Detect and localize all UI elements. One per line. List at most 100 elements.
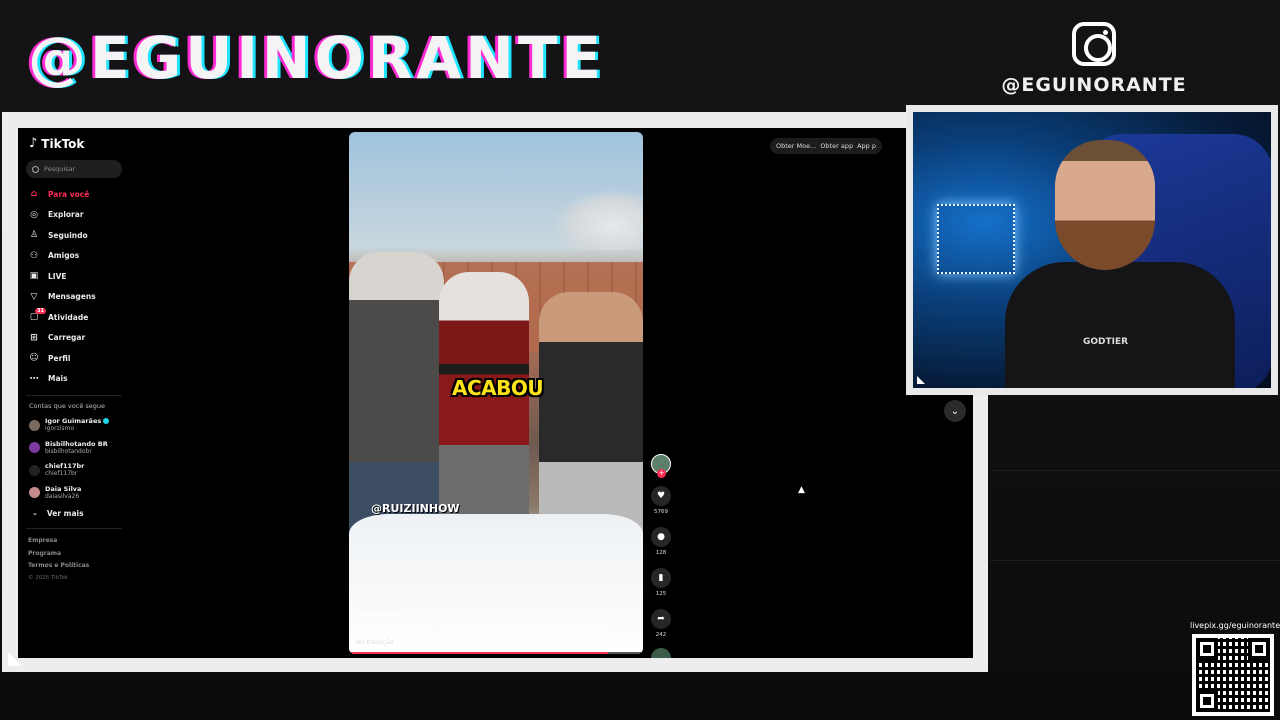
like-button[interactable]: ♥ <box>651 486 671 506</box>
messages-icon: ▽ <box>30 291 38 302</box>
instagram-icon <box>1072 22 1116 66</box>
qr-finder <box>1248 638 1270 660</box>
qr-label: livepix.gg/eguinorante <box>1190 621 1280 630</box>
video-progress-fill <box>349 652 608 654</box>
screen-capture-frame: ♪ TikTok Pesquisar ⌂ Para você ◎ Explora… <box>2 112 988 672</box>
nav-item-following[interactable]: ♙ Seguindo <box>26 225 138 246</box>
nav-item-friends[interactable]: ⚇ Amigos <box>26 246 138 267</box>
footer-link[interactable]: Termos e Políticas <box>28 562 138 575</box>
video-scene <box>539 292 643 542</box>
sidebar-divider <box>26 528 122 529</box>
comment-icon: ● <box>657 532 665 542</box>
mouse-cursor-icon: ▲ <box>798 485 805 495</box>
chevron-down-icon: ⌄ <box>950 405 960 417</box>
share-button[interactable]: ➦ <box>651 609 671 629</box>
following-account[interactable]: chief117br chief117br <box>26 459 138 482</box>
chevron-down-button[interactable]: ⌄ <box>944 400 966 422</box>
share-icon: ➦ <box>657 614 665 624</box>
avatar <box>29 442 40 454</box>
nav-item-activity[interactable]: ▢ 31 Atividade <box>26 307 138 328</box>
qr-finder <box>1196 690 1218 712</box>
qr-code <box>1192 634 1274 716</box>
copyright: © 2025 TikTok <box>28 574 68 581</box>
shirt-logo: GODTIER <box>1083 337 1129 347</box>
see-translation-link[interactable]: Ver tradução <box>355 639 393 646</box>
get-coins-button[interactable]: Obter Moe... <box>776 142 816 150</box>
nav-label: Atividade <box>48 312 89 322</box>
search-input[interactable]: Pesquisar <box>26 160 122 178</box>
creator-avatar[interactable]: + <box>651 454 671 478</box>
comment-count: 128 <box>655 550 667 556</box>
tiktok-sidebar: ♪ TikTok Pesquisar ⌂ Para você ◎ Explora… <box>26 136 138 656</box>
bookmark-icon: ▮ <box>658 573 664 583</box>
chevron-down-icon: ⌄ <box>32 509 38 517</box>
friends-icon: ⚇ <box>29 250 39 261</box>
overlay-divider <box>990 470 1280 471</box>
following-section-title: Contas que você segue <box>29 402 106 410</box>
save-count: 125 <box>655 591 667 597</box>
save-button[interactable]: ▮ <box>651 568 671 588</box>
more-icon: ⋯ <box>29 373 39 384</box>
account-name: chief117br <box>45 462 85 471</box>
following-account[interactable]: Daia Silva daiasilva26 <box>26 482 138 505</box>
following-account[interactable]: Igor Guimarães igorzismo <box>26 414 138 437</box>
webcam-feed: GODTIER <box>913 112 1271 388</box>
video-player[interactable]: ACABOU @RUIZIINHOW ruiziinhow Peral Siri… <box>349 132 643 654</box>
video-actions: + ♥ 5769 ● 128 ▮ 125 ➦ 242 <box>650 454 672 658</box>
video-username[interactable]: ruiziinhow <box>355 609 399 618</box>
comment-button[interactable]: ● <box>651 527 671 547</box>
video-progress-bar[interactable] <box>349 652 643 654</box>
nav-label: Seguindo <box>48 230 88 240</box>
nav-item-live[interactable]: ▣ LIVE <box>26 266 138 287</box>
nav-label: Carregar <box>48 333 86 343</box>
heart-icon: ♥ <box>656 491 666 501</box>
home-icon: ⌂ <box>30 189 38 200</box>
frame-corner-mark <box>917 376 925 384</box>
see-more-button[interactable]: ⌄ Ver mais <box>26 504 138 522</box>
like-count: 5769 <box>654 509 668 515</box>
tiktok-logo[interactable]: ♪ TikTok <box>26 136 138 151</box>
webcam-scene <box>1005 262 1235 388</box>
nav-label: Mensagens <box>48 292 96 302</box>
footer-link[interactable]: Programa <box>28 550 138 563</box>
live-icon: ▣ <box>29 271 39 282</box>
qr-finder <box>1196 638 1218 660</box>
nav-label: LIVE <box>48 271 67 281</box>
nav-label: Amigos <box>48 251 80 261</box>
nav-item-for-you[interactable]: ⌂ Para você <box>26 184 138 205</box>
footer-link[interactable]: Empresa <box>28 537 138 550</box>
profile-icon: ☺ <box>29 353 39 364</box>
nav-item-messages[interactable]: ▽ Mensagens <box>26 287 138 308</box>
account-name: Daia Silva <box>45 484 82 493</box>
tiktok-window: ♪ TikTok Pesquisar ⌂ Para você ◎ Explora… <box>18 128 973 658</box>
footer-links: Empresa Programa Termos e Políticas © 20… <box>26 537 138 587</box>
avatar <box>29 419 40 431</box>
get-app-button[interactable]: Obter app <box>820 142 853 150</box>
verified-icon <box>103 418 110 425</box>
webcam-frame: GODTIER <box>906 105 1278 395</box>
instagram-handle: @EGUINORANTE <box>1001 74 1187 96</box>
webcam-scene <box>1055 140 1155 270</box>
nav-label: Explorar <box>48 210 84 220</box>
music-disc[interactable] <box>651 648 671 658</box>
search-placeholder: Pesquisar <box>44 165 76 173</box>
instagram-block: @EGUINORANTE <box>1000 22 1188 96</box>
tiktok-logo-text: TikTok <box>41 136 85 151</box>
pc-app-button[interactable]: App p <box>857 142 876 150</box>
nav-item-explore[interactable]: ◎ Explorar <box>26 205 138 226</box>
nav-item-upload[interactable]: ⊞ Carregar <box>26 328 138 349</box>
upload-icon: ⊞ <box>30 332 38 343</box>
overlay-divider <box>990 560 1280 561</box>
account-username: igorzismo <box>45 425 75 433</box>
nav-item-profile[interactable]: ☺ Perfil <box>26 348 138 369</box>
nav-menu: ⌂ Para você ◎ Explorar ♙ Seguindo ⚇ Amig… <box>26 184 138 389</box>
sidebar-divider <box>26 395 122 396</box>
account-username: bisbilhotandobr <box>45 447 92 455</box>
webcam-scene <box>937 204 1015 274</box>
video-watermark: @RUIZIINHOW <box>371 502 460 515</box>
follow-plus-icon[interactable]: + <box>657 469 666 478</box>
compass-icon: ◎ <box>30 209 38 220</box>
following-account[interactable]: Bisbilhotando BR bisbilhotandobr <box>26 437 138 460</box>
nav-item-more[interactable]: ⋯ Mais <box>26 369 138 390</box>
frame-corner-mark <box>8 652 22 666</box>
